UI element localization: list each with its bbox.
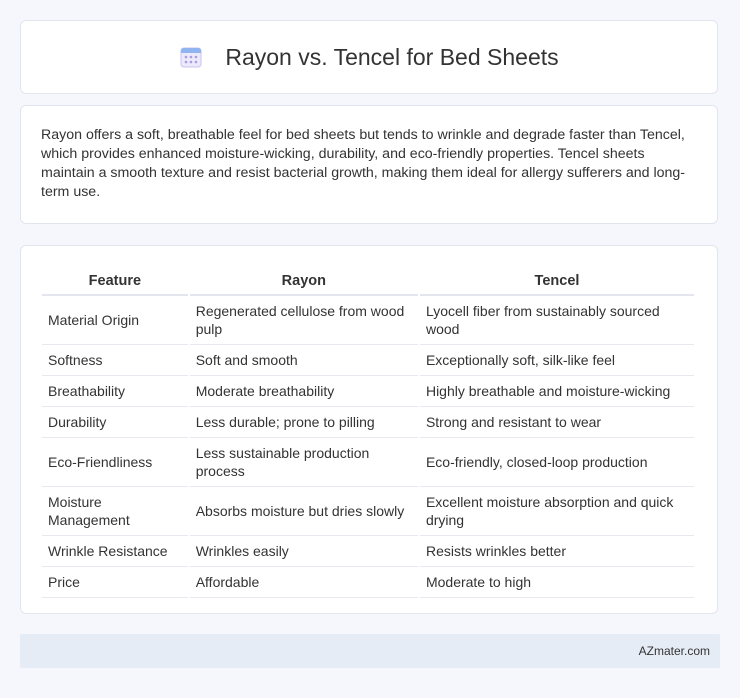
rayon-cell: Affordable (189, 567, 418, 598)
tencel-cell: Moderate to high (419, 567, 694, 598)
table-row: Breathability Moderate breathability Hig… (42, 376, 694, 407)
table-row: Price Affordable Moderate to high (42, 567, 694, 598)
comparison-table-card: Feature Rayon Tencel Material Origin Reg… (20, 245, 718, 614)
table-row: Wrinkle Resistance Wrinkles easily Resis… (42, 536, 694, 567)
footer-site-link[interactable]: AZmater.com (639, 644, 710, 658)
feature-cell: Durability (42, 407, 188, 438)
feature-cell: Breathability (42, 376, 188, 407)
tencel-cell: Exceptionally soft, silk-like feel (419, 345, 694, 376)
table-row: Durability Less durable; prone to pillin… (42, 407, 694, 438)
comparison-table: Feature Rayon Tencel Material Origin Reg… (40, 264, 696, 598)
page-title: Rayon vs. Tencel for Bed Sheets (225, 43, 559, 70)
rayon-cell: Less durable; prone to pilling (189, 407, 418, 438)
summary-card: Rayon offers a soft, breathable feel for… (20, 105, 718, 224)
tencel-cell: Resists wrinkles better (419, 536, 694, 567)
table-row: Softness Soft and smooth Exceptionally s… (42, 345, 694, 376)
column-header-feature: Feature (42, 264, 188, 296)
rayon-cell: Absorbs moisture but dries slowly (189, 487, 418, 536)
title-card: Rayon vs. Tencel for Bed Sheets (20, 20, 718, 94)
column-header-rayon: Rayon (189, 264, 418, 296)
rayon-cell: Less sustainable production process (189, 438, 418, 487)
tencel-cell: Eco-friendly, closed-loop production (419, 438, 694, 487)
summary-text: Rayon offers a soft, breathable feel for… (41, 127, 686, 200)
table-row: Eco-Friendliness Less sustainable produc… (42, 438, 694, 487)
tencel-cell: Lyocell fiber from sustainably sourced w… (419, 296, 694, 345)
tencel-cell: Strong and resistant to wear (419, 407, 694, 438)
footer-bar: AZmater.com (20, 634, 720, 668)
tencel-cell: Highly breathable and moisture-wicking (419, 376, 694, 407)
rayon-cell: Soft and smooth (189, 345, 418, 376)
feature-cell: Softness (42, 345, 188, 376)
column-header-tencel: Tencel (419, 264, 694, 296)
feature-cell: Material Origin (42, 296, 188, 345)
feature-cell: Moisture Management (42, 487, 188, 536)
feature-cell: Wrinkle Resistance (42, 536, 188, 567)
rayon-cell: Moderate breathability (189, 376, 418, 407)
tencel-cell: Excellent moisture absorption and quick … (419, 487, 694, 536)
table-row: Material Origin Regenerated cellulose fr… (42, 296, 694, 345)
feature-cell: Eco-Friendliness (42, 438, 188, 487)
rayon-cell: Regenerated cellulose from wood pulp (189, 296, 418, 345)
table-row: Moisture Management Absorbs moisture but… (42, 487, 694, 536)
feature-cell: Price (42, 567, 188, 598)
table-header-row: Feature Rayon Tencel (42, 264, 694, 296)
calendar-icon (179, 45, 203, 69)
rayon-cell: Wrinkles easily (189, 536, 418, 567)
